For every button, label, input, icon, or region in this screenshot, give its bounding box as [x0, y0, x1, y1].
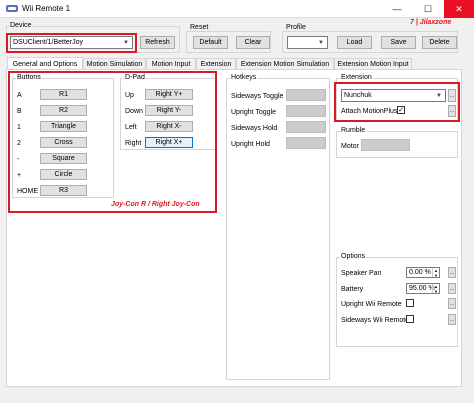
load-button[interactable]: Load [337, 36, 372, 49]
profile-group-label: Profile [285, 24, 307, 31]
rumble-group-label: Rumble [340, 127, 367, 134]
hotkey-sideways-toggle-label: Sideways Toggle [231, 93, 284, 100]
spin-arrows-icon[interactable]: ▲ ▼ [432, 268, 439, 278]
extension-group-label: Extension [340, 74, 373, 81]
options-group-label: Options [340, 253, 367, 260]
hotkey-upright-toggle-mapping[interactable] [286, 105, 326, 117]
battery-more-button[interactable]: … [448, 283, 456, 294]
joycon-mapping-highlight-box [8, 71, 217, 213]
spin-arrows-icon[interactable]: ▲ ▼ [432, 284, 439, 294]
sideways-wii-remote-label: Sideways Wii Remote [341, 317, 410, 324]
upright-wii-remote-checkbox[interactable] [406, 299, 414, 307]
joycon-note: Joy-Con R / Right Joy-Con [111, 201, 200, 208]
battery-value: 95.00 % [409, 285, 435, 292]
motor-label: Motor [341, 143, 359, 150]
motor-mapping[interactable] [361, 139, 410, 151]
reset-group-label: Reset [189, 24, 210, 31]
device-group-label: Device [9, 22, 33, 29]
title-bar: Wii Remote 1 — ☐ ✕ [0, 0, 474, 18]
tab-extension-motion-simulation[interactable]: Extension Motion Simulation [236, 58, 334, 69]
extension-highlight-box [334, 82, 460, 122]
wii-remote-app-icon [6, 5, 18, 12]
device-highlight-box [6, 33, 137, 53]
hotkey-upright-hold-label: Upright Hold [231, 141, 270, 148]
speaker-pan-value: 0.00 % [409, 269, 431, 276]
upright-wii-remote-label: Upright Wii Remote [341, 301, 402, 308]
maximize-button[interactable]: ☐ [413, 0, 443, 18]
tab-extension-motion-input[interactable]: Extension Motion Input [334, 58, 412, 69]
hotkey-sideways-hold-mapping[interactable] [286, 121, 326, 133]
clear-button[interactable]: Clear [236, 36, 270, 49]
sideways-wii-remote-checkbox[interactable] [406, 315, 414, 323]
hotkey-sideways-toggle-mapping[interactable] [286, 89, 326, 101]
delete-button[interactable]: Delete [422, 36, 457, 49]
speaker-pan-input[interactable]: 0.00 % ▲ ▼ [406, 267, 440, 278]
battery-input[interactable]: 95.00 % ▲ ▼ [406, 283, 440, 294]
sideways-more-button[interactable]: … [448, 314, 456, 325]
upright-more-button[interactable]: … [448, 298, 456, 309]
hotkeys-group-label: Hotkeys [230, 74, 258, 81]
speaker-pan-label: Speaker Pan [341, 270, 382, 277]
speaker-pan-more-button[interactable]: … [448, 267, 456, 278]
hotkey-sideways-hold-label: Sideways Hold [231, 125, 278, 132]
close-button[interactable]: ✕ [444, 0, 474, 18]
tab-motion-simulation[interactable]: Motion Simulation [83, 58, 146, 69]
profile-select[interactable]: ▼ [287, 36, 328, 49]
minimize-button[interactable]: — [382, 0, 412, 18]
chevron-down-icon: ▼ [318, 39, 324, 46]
watermark-text: 7 | Jilaxzone [410, 19, 452, 26]
hotkey-upright-toggle-label: Upright Toggle [231, 109, 277, 116]
save-button[interactable]: Save [381, 36, 416, 49]
window-title: Wii Remote 1 [22, 4, 71, 13]
default-button[interactable]: Default [193, 36, 228, 49]
tab-motion-input[interactable]: Motion Input [146, 58, 196, 69]
refresh-button[interactable]: Refresh [140, 36, 175, 49]
hotkey-upright-hold-mapping[interactable] [286, 137, 326, 149]
battery-label: Battery [341, 286, 364, 293]
tab-extension[interactable]: Extension [196, 58, 236, 69]
